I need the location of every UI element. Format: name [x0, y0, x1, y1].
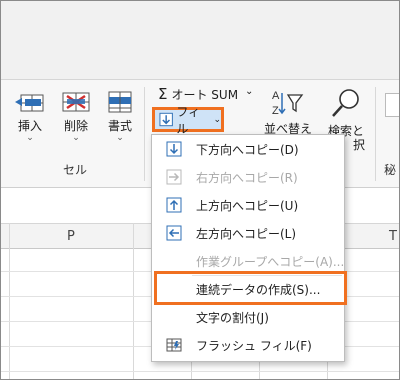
grid-line: [1, 371, 399, 372]
autosum-label: オート SUM: [171, 88, 239, 102]
svg-text:Z: Z: [272, 105, 279, 117]
format-cells-icon: [108, 91, 132, 113]
column-header-p[interactable]: P: [67, 229, 75, 244]
menu-item-fill-left[interactable]: 左方向へコピー(L): [152, 219, 344, 247]
insert-cells-icon: [15, 94, 44, 112]
chevron-down-icon: ⌄: [213, 114, 221, 125]
menu-item-label: 下方向へコピー(D): [196, 142, 299, 157]
delete-cells-icon: [62, 92, 90, 112]
fill-down-icon: [159, 112, 173, 127]
chevron-down-icon: ⌄: [26, 133, 34, 143]
menu-item-label: 左方向へコピー(L): [196, 226, 297, 241]
group-separator: [144, 87, 145, 181]
flash-fill-icon: [166, 338, 182, 352]
menu-item-label: 文字の割付(J): [196, 310, 269, 325]
menu-item-fill-up[interactable]: 上方向へコピー(U): [152, 191, 344, 219]
menu-item-justify[interactable]: 文字の割付(J): [152, 303, 344, 331]
menu-item-fill-right: 右方向へコピー(R): [152, 163, 344, 191]
format-button[interactable]: 書式 ⌄: [97, 89, 143, 143]
menu-item-label: 作業グループへコピー(A)...: [196, 254, 345, 269]
menu-item-label: フラッシュ フィル(F): [196, 338, 312, 353]
fill-label: フィル: [176, 104, 201, 136]
group-separator: [375, 87, 376, 181]
menu-item-label: 右方向へコピー(R): [196, 170, 298, 185]
fill-button[interactable]: フィル ⌄: [152, 105, 224, 136]
chevron-down-icon: ⌄: [245, 86, 254, 97]
menu-item-label: 上方向へコピー(U): [196, 198, 299, 213]
title-bar: [1, 1, 399, 80]
autosum-dropdown[interactable]: ⌄: [245, 86, 253, 97]
format-label: 書式: [107, 119, 132, 133]
insert-button[interactable]: 挿入 ⌄: [7, 89, 53, 143]
sensitivity-partial-icon: [385, 93, 399, 117]
series-highlight-box: [154, 271, 347, 305]
arrow-up-icon: [166, 197, 182, 213]
svg-text:A: A: [272, 90, 280, 102]
delete-label: 削除: [63, 119, 88, 133]
chevron-down-icon: ⌄: [72, 133, 80, 143]
column-header-t[interactable]: T: [389, 229, 397, 244]
fill-dropdown-menu: 下方向へコピー(D) 右方向へコピー(R) 上方向へコピー(U) 左方向へコピー…: [151, 134, 345, 362]
grid-line: [133, 223, 134, 379]
arrow-right-icon: [166, 169, 182, 185]
magnifier-icon: [332, 89, 359, 117]
grid-line: [9, 223, 10, 379]
delete-button[interactable]: 削除 ⌄: [53, 89, 99, 143]
menu-item-flash-fill[interactable]: フラッシュ フィル(F): [152, 331, 344, 359]
sort-filter-icon: A Z: [272, 90, 304, 117]
autosum-button[interactable]: Σ オート SUM: [158, 86, 238, 103]
cells-group-label: セル: [63, 163, 88, 177]
sensitivity-group-label: 秘: [384, 163, 397, 177]
menu-item-fill-down[interactable]: 下方向へコピー(D): [152, 135, 344, 163]
chevron-down-icon: ⌄: [116, 133, 124, 143]
excel-window: 挿入 ⌄ 削除 ⌄ 書式 ⌄ セル Σ オート SUM ⌄ フィル ⌄ A Z …: [0, 0, 400, 380]
insert-label: 挿入: [17, 119, 42, 133]
arrow-down-icon: [166, 141, 182, 157]
sigma-icon: Σ: [158, 85, 168, 103]
arrow-left-icon: [166, 225, 182, 241]
